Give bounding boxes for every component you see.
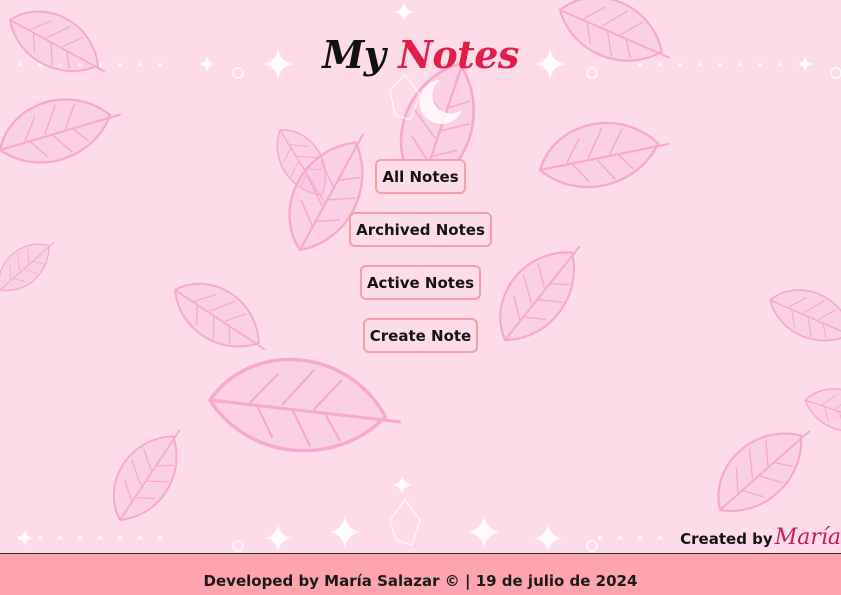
archived-notes-button[interactable]: Archived Notes [349, 212, 492, 247]
main-navigation: All Notes Archived Notes Active Notes Cr… [0, 159, 841, 371]
footer: Developed by María Salazar © | 19 de jul… [0, 553, 841, 595]
creator-name: María [774, 525, 841, 550]
create-note-button[interactable]: Create Note [362, 318, 479, 353]
moon-icon [419, 80, 462, 124]
page-title: My Notes [0, 34, 841, 76]
footer-text: Developed by María Salazar © | 19 de jul… [203, 571, 638, 590]
created-by-label: Created by [680, 530, 773, 548]
active-notes-button[interactable]: Active Notes [359, 265, 482, 300]
title-my: My [322, 32, 386, 77]
title-notes: Notes [398, 32, 519, 77]
all-notes-button[interactable]: All Notes [375, 159, 466, 194]
created-by-credit: Created by María [680, 525, 841, 553]
